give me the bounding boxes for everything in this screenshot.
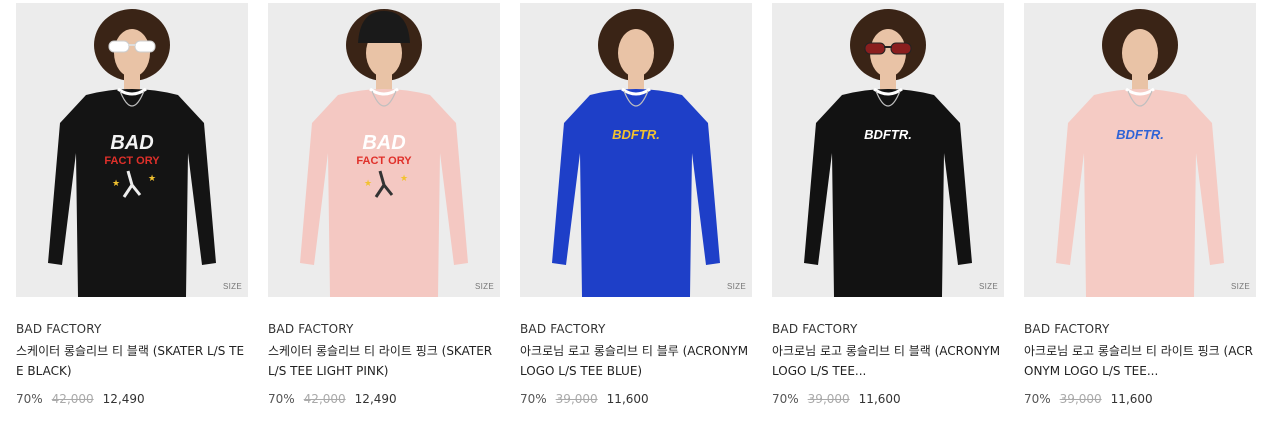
svg-text:BDFTR.: BDFTR. [864,127,912,142]
price-row: 70% 42,000 12,490 [268,392,500,406]
product-brand[interactable]: BAD FACTORY [1024,321,1256,337]
product-card[interactable]: BDFTR. SIZE BAD FACTORY 아크로님 로고 롱슬리브 티 블루 (… [520,3,752,429]
svg-text:★: ★ [400,174,408,184]
product-title[interactable]: 스케이터 롱슬리브 티 라이트 핑크 (SKATER L/S TEE LIGHT… [268,341,500,381]
sale-price: 12,490 [102,392,145,406]
size-label[interactable]: SIZE [1231,282,1250,291]
svg-text:BAD: BAD [110,132,153,154]
product-title[interactable]: 아크로님 로고 롱슬리브 티 라이트 핑크 (ACRONYM LOGO L/S … [1024,341,1256,381]
product-title[interactable]: 아크로님 로고 롱슬리브 티 블루 (ACRONYM LOGO L/S TEE … [520,341,752,381]
svg-text:BAD: BAD [362,132,405,154]
discount-rate: 70% [1024,392,1051,406]
product-brand[interactable]: BAD FACTORY [520,321,752,337]
original-price: 39,000 [807,392,850,406]
product-card[interactable]: BDFTR. SIZE BAD FACTORY 아크로님 로고 롱슬리브 티 블랙 (… [772,3,1004,429]
sale-price: 11,600 [606,392,649,406]
price-row: 70% 42,000 12,490 [16,392,248,406]
sale-price: 11,600 [1110,392,1153,406]
svg-text:BDFTR.: BDFTR. [612,127,660,142]
original-price: 39,000 [1059,392,1102,406]
sale-price: 11,600 [858,392,901,406]
product-brand[interactable]: BAD FACTORY [16,321,248,337]
original-price: 42,000 [303,392,346,406]
size-label[interactable]: SIZE [979,282,998,291]
svg-text:FACT ORY: FACT ORY [356,155,412,167]
product-card[interactable]: BAD FACT ORY ★ ★ SIZE BAD FACTORY 스케이터 롱슬리브 티 … [268,3,500,429]
price-row: 70% 39,000 11,600 [772,392,1004,406]
price-row: 70% 39,000 11,600 [520,392,752,406]
original-price: 39,000 [555,392,598,406]
size-label[interactable]: SIZE [727,282,746,291]
size-label[interactable]: SIZE [223,282,242,291]
product-image[interactable]: BDFTR. SIZE [1024,3,1256,297]
product-image[interactable]: BAD FACT ORY ★ ★ SIZE [268,3,500,297]
size-label[interactable]: SIZE [475,282,494,291]
product-card[interactable]: BAD FACT ORY ★ ★ SIZE BAD FACTORY 스케이터 롱슬리브 티 … [16,3,248,429]
original-price: 42,000 [51,392,94,406]
product-brand[interactable]: BAD FACTORY [268,321,500,337]
svg-text:★: ★ [148,174,156,184]
product-title[interactable]: 아크로님 로고 롱슬리브 티 블랙 (ACRONYM LOGO L/S TEE.… [772,341,1004,381]
product-image[interactable]: BDFTR. SIZE [520,3,752,297]
product-title[interactable]: 스케이터 롱슬리브 티 블랙 (SKATER L/S TEE BLACK) [16,341,248,381]
product-card[interactable]: BDFTR. SIZE BAD FACTORY 아크로님 로고 롱슬리브 티 라이트 … [1024,3,1256,429]
product-image[interactable]: BAD FACT ORY ★ ★ SIZE [16,3,248,297]
price-row: 70% 39,000 11,600 [1024,392,1256,406]
svg-text:★: ★ [112,179,120,189]
discount-rate: 70% [16,392,43,406]
discount-rate: 70% [268,392,295,406]
svg-text:BDFTR.: BDFTR. [1116,127,1164,142]
sale-price: 12,490 [354,392,397,406]
product-brand[interactable]: BAD FACTORY [772,321,1004,337]
svg-text:FACT ORY: FACT ORY [104,155,160,167]
product-grid: BAD FACT ORY ★ ★ SIZE BAD FACTORY 스케이터 롱슬리브 티 … [16,3,1256,429]
product-image[interactable]: BDFTR. SIZE [772,3,1004,297]
discount-rate: 70% [772,392,799,406]
svg-text:★: ★ [364,179,372,189]
discount-rate: 70% [520,392,547,406]
